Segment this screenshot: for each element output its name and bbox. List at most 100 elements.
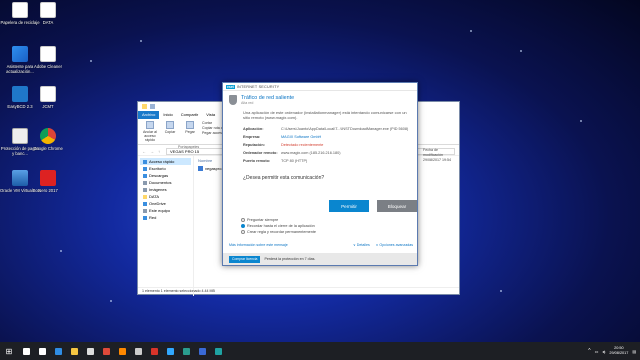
desktop-icon-nero[interactable]: Nero 2017 xyxy=(28,170,68,193)
forward-icon[interactable]: → xyxy=(150,149,155,154)
radio-button-selected[interactable] xyxy=(241,224,245,228)
desktop-icon-label: Google Chrome xyxy=(33,146,63,151)
pin-icon xyxy=(146,121,154,129)
taskbar-vegas-icon[interactable] xyxy=(178,342,194,360)
taskbar-photoshop-icon[interactable] xyxy=(162,342,178,360)
nav-item-documents[interactable]: Documentos xyxy=(140,179,191,186)
paste-icon xyxy=(186,121,194,129)
taskbar-vlc-icon[interactable] xyxy=(114,342,130,360)
desktop-icon-label: DATA xyxy=(42,20,54,25)
advanced-options-toggle[interactable]: ∨ Opciones avanzadas xyxy=(376,243,413,247)
allow-button[interactable]: Permitir xyxy=(329,200,369,212)
paste-button[interactable]: Pegar xyxy=(182,121,198,142)
remember-options: Preguntar siempre Recordar hasta el cier… xyxy=(241,217,316,235)
dialog-description: Una aplicación de este ordenador (instal… xyxy=(243,110,407,120)
taskbar-task-view-icon[interactable] xyxy=(34,342,50,360)
license-warning: Perderá la protección en 7 días. xyxy=(264,257,316,261)
desktop-icon xyxy=(143,166,147,171)
chevron-up-icon[interactable]: ^ xyxy=(588,348,590,354)
nav-item-network[interactable]: Red xyxy=(140,214,191,221)
start-button[interactable]: ⊞ xyxy=(0,342,18,360)
taskbar-store-icon[interactable] xyxy=(82,342,98,360)
eset-titlebar[interactable]: eset INTERNET SECURITY xyxy=(223,83,417,91)
details-toggle[interactable]: ∨ Detalles xyxy=(353,243,370,247)
eset-network-dialog: eset INTERNET SECURITY Tráfico de red sa… xyxy=(222,82,418,266)
taskbar-explorer-icon[interactable] xyxy=(66,342,82,360)
radio-button[interactable] xyxy=(241,218,245,222)
document-icon xyxy=(40,86,56,102)
shield-icon xyxy=(229,95,237,105)
folder-icon xyxy=(143,194,147,199)
up-icon[interactable]: ↑ xyxy=(158,149,163,154)
nav-item-desktop[interactable]: Escritorio xyxy=(140,165,191,172)
detail-row-reputation: Reputación: Detectado recientemente xyxy=(243,141,411,149)
copy-icon xyxy=(166,121,174,129)
network-icon xyxy=(143,215,147,220)
detail-row-remote-host: Ordenador remoto: www.magix.com (185.216… xyxy=(243,151,341,155)
tab-archivo[interactable]: Archivo xyxy=(138,111,160,119)
pin-quick-access-button[interactable]: Anclar al acceso rápido xyxy=(142,121,158,142)
status-bar: 1 elemento 1 elemento seleccionado 4.44 … xyxy=(138,287,459,294)
back-icon[interactable]: ← xyxy=(142,149,147,154)
taskbar-calc-icon[interactable] xyxy=(130,342,146,360)
details-pane: Fecha de modificación 29/08/2017 19:54 xyxy=(423,148,451,162)
taskbar-search-icon[interactable] xyxy=(18,342,34,360)
connection-details: Aplicación: C:\Users\Juanto\AppData\Loca… xyxy=(223,123,417,167)
option-create-rule[interactable]: Crear regla y recordar permanentemente xyxy=(241,229,316,235)
cloud-icon xyxy=(143,201,147,206)
tab-vista[interactable]: Vista xyxy=(202,111,219,119)
nero-icon xyxy=(40,170,56,186)
allow-question: ¿Desea permitir esta comunicación? xyxy=(243,175,325,181)
folder-icon xyxy=(142,104,147,109)
dialog-subtitle: Alta red xyxy=(241,101,254,105)
windows-icon xyxy=(12,46,28,62)
reputation-value: Detectado recientemente xyxy=(281,143,324,147)
eset-logo: eset xyxy=(226,84,235,89)
detail-row-company: Empresa: MAGIX Software GmbH xyxy=(243,133,411,141)
desktop-icon-chrome[interactable]: Google Chrome xyxy=(28,128,68,151)
radio-button[interactable] xyxy=(241,230,245,234)
taskbar-chrome-icon[interactable] xyxy=(98,342,114,360)
desktop-icon-adobe-cleaner[interactable]: Adobe Cleaner xyxy=(28,46,68,69)
license-bar: Comprar licencia Perderá la protección e… xyxy=(223,253,417,265)
easybcd-icon xyxy=(12,86,28,102)
download-icon xyxy=(143,173,147,178)
more-info-link[interactable]: Más información sobre este mensaje xyxy=(229,243,288,247)
tab-inicio[interactable]: Inicio xyxy=(159,111,176,119)
desktop-icon-jcmt[interactable]: JCMT xyxy=(28,86,68,109)
volume-icon[interactable]: ◂) xyxy=(602,349,605,354)
nav-item-onedrive[interactable]: OneDrive xyxy=(140,200,191,207)
network-icon[interactable]: ▭ xyxy=(595,349,599,354)
ribbon-group-label: Portapapeles xyxy=(178,145,200,149)
copy-button[interactable]: Copiar xyxy=(162,121,178,142)
detail-row-remote-port: Puerto remoto: TCP 80 (HTTP) xyxy=(243,159,308,163)
company-link[interactable]: MAGIX Software GmbH xyxy=(281,135,411,139)
tab-compartir[interactable]: Compartir xyxy=(177,111,203,119)
virtualbox-icon xyxy=(12,170,28,186)
banking-protection-icon xyxy=(12,128,28,144)
taskbar-app-blue-icon[interactable] xyxy=(194,342,210,360)
pictures-icon xyxy=(143,187,147,192)
clock[interactable]: 20:50 29/08/2017 xyxy=(609,346,628,356)
nav-item-quick-access[interactable]: Acceso rápido xyxy=(140,158,191,165)
taskbar-app-red-icon[interactable] xyxy=(146,342,162,360)
nav-item-pictures[interactable]: Imágenes xyxy=(140,186,191,193)
taskbar: ⊞ ^ ▭ ◂) 20:50 29/08/2017 ▤ xyxy=(0,342,640,360)
desktop-icon-data[interactable]: DATA xyxy=(28,2,68,25)
computer-icon xyxy=(143,208,147,213)
chrome-icon xyxy=(40,128,56,144)
buy-license-button[interactable]: Comprar licencia xyxy=(229,255,261,263)
block-button[interactable]: Bloquear xyxy=(377,200,417,212)
star-icon xyxy=(143,159,147,164)
desktop-icon-label: Nero 2017 xyxy=(38,188,58,193)
taskbar-edge-icon[interactable] xyxy=(50,342,66,360)
nav-item-data[interactable]: DATA xyxy=(140,193,191,200)
system-tray: ^ ▭ ◂) 20:50 29/08/2017 ▤ xyxy=(588,346,640,356)
nav-item-downloads[interactable]: Descargas xyxy=(140,172,191,179)
notifications-icon[interactable]: ▤ xyxy=(632,349,636,354)
taskbar-app-teal-icon[interactable] xyxy=(210,342,226,360)
installer-icon xyxy=(198,166,203,171)
eset-brand: INTERNET SECURITY xyxy=(236,84,280,89)
nav-item-this-pc[interactable]: Este equipo xyxy=(140,207,191,214)
desktop-icon-label: JCMT xyxy=(42,104,54,109)
